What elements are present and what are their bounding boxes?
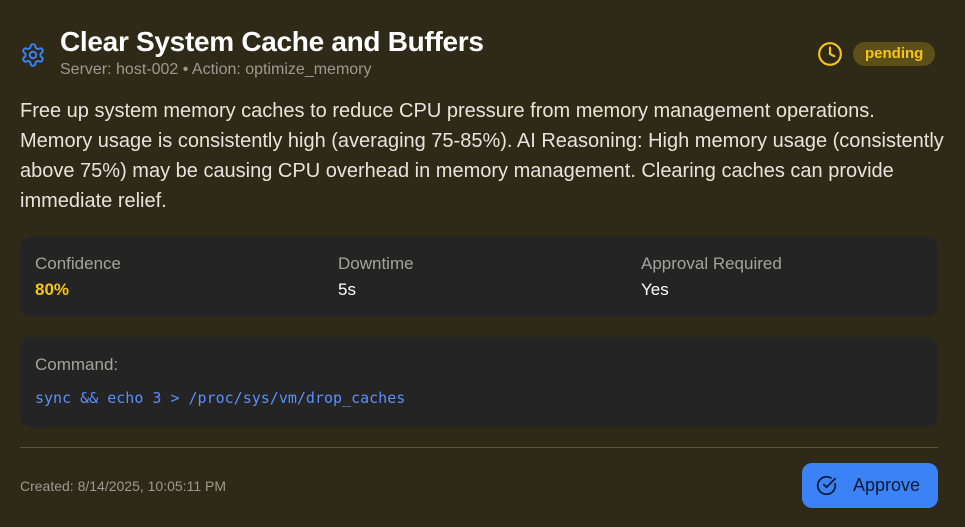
divider [20,447,938,448]
metrics-panel: Confidence 80% Downtime 5s Approval Requ… [20,237,938,317]
clock-icon [817,41,843,67]
command-label: Command: [35,355,119,374]
action-subtitle: Server: host-002 • Action: optimize_memo… [60,61,372,78]
metric-label: Downtime [338,254,414,273]
metric-confidence: Confidence 80% [35,254,121,300]
card-header: Clear System Cache and Buffers Server: h… [20,26,938,86]
metric-value: 5s [338,280,356,299]
approve-button[interactable]: Approve [802,463,938,508]
action-description: Free up system memory caches to reduce C… [20,100,944,212]
metric-approval-required: Approval Required Yes [641,254,782,300]
metric-value: Yes [641,280,669,299]
metric-value: 80% [35,280,70,299]
command-panel: Command: sync && echo 3 > /proc/sys/vm/d… [20,337,938,427]
gear-icon [20,42,46,68]
metric-label: Approval Required [641,254,782,273]
command-code: sync && echo 3 > /proc/sys/vm/drop_cache… [35,389,406,407]
metric-label: Confidence [35,254,122,273]
action-title: Clear System Cache and Buffers [60,26,484,57]
approve-label: Approve [853,475,921,495]
check-circle-icon [816,475,837,496]
action-card: Clear System Cache and Buffers Server: h… [0,0,965,527]
metric-downtime: Downtime 5s [338,254,414,300]
status-badge: pending [853,42,936,66]
created-timestamp: Created: 8/14/2025, 10:05:11 PM [20,478,226,494]
